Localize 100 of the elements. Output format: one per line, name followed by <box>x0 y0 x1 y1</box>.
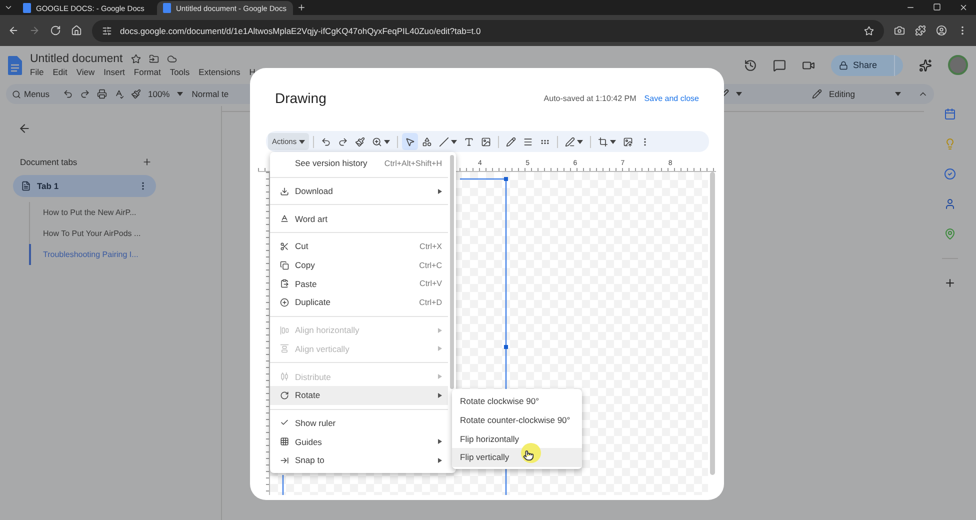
add-tab-icon[interactable] <box>142 157 152 167</box>
cloud-icon[interactable] <box>166 54 177 64</box>
back-icon[interactable] <box>8 25 19 36</box>
shape-icon <box>422 136 432 146</box>
menu-item[interactable]: See version history Ctrl+Alt+Shift+H <box>270 154 448 173</box>
site-info-icon[interactable] <box>102 26 112 36</box>
lock-icon <box>839 60 848 70</box>
forward-icon[interactable] <box>29 25 40 36</box>
letter-icon <box>280 214 288 224</box>
menu-item[interactable]: Download <box>270 182 448 200</box>
profile-icon[interactable] <box>936 25 947 36</box>
video-icon[interactable] <box>802 58 815 72</box>
scrollbar[interactable] <box>450 155 454 389</box>
menu-item[interactable]: Insert <box>104 67 125 77</box>
hand-cursor-icon <box>523 450 534 461</box>
copy-icon <box>280 260 288 270</box>
guide-line <box>282 475 284 495</box>
submenu-arrow-icon <box>438 374 442 380</box>
star-icon[interactable] <box>130 54 141 64</box>
add-icon[interactable] <box>944 277 956 289</box>
text-box-icon <box>464 136 474 146</box>
address-bar[interactable]: docs.google.com/document/d/1e1AltwosMplaE2Vqjy-ifCgKQ47ohQyxFeqPIL40Zuo/edit?tab=t.0 <box>92 20 884 42</box>
align-top-icon <box>280 344 288 354</box>
arrow-to-line-icon <box>280 456 288 465</box>
reload-icon[interactable] <box>50 25 61 36</box>
grid-icon <box>280 437 288 446</box>
spellcheck-icon[interactable] <box>114 89 124 99</box>
tasks-icon[interactable] <box>944 168 956 180</box>
undo-icon <box>320 136 331 146</box>
menu-item[interactable]: Cut Ctrl+X <box>270 237 448 256</box>
redo-icon[interactable] <box>80 89 90 99</box>
submenu-arrow-icon <box>438 439 442 444</box>
paint-format-icon[interactable] <box>131 89 141 99</box>
new-tab-icon[interactable] <box>297 3 306 12</box>
menu-item[interactable]: Rotate <box>270 386 448 405</box>
autosave-status: Auto-saved at 1:10:42 PM <box>544 94 636 102</box>
line-weight-icon <box>522 136 533 146</box>
outline-item[interactable]: How To Put Your AirPods ... <box>29 223 221 244</box>
menu-item[interactable]: Flip horizontally <box>452 429 582 448</box>
calendar-icon[interactable] <box>944 108 956 120</box>
comment-icon[interactable] <box>773 58 786 72</box>
menu-item[interactable]: Rotate counter-clockwise 90° <box>452 410 582 430</box>
menu-item[interactable]: File <box>30 67 44 77</box>
menu-item[interactable]: Rotate clockwise 90° <box>452 392 582 411</box>
close-icon[interactable] <box>959 3 968 12</box>
menu-item[interactable]: Snap to <box>270 450 448 470</box>
save-and-close-link[interactable]: Save and close <box>644 94 699 102</box>
menu-item[interactable]: Format <box>134 67 161 77</box>
menu-item[interactable]: Edit <box>52 67 68 77</box>
document-tab[interactable]: Tab 1 <box>13 175 156 197</box>
mode-select[interactable]: Editing <box>829 89 855 99</box>
select-button[interactable] <box>402 133 418 150</box>
scrollbar[interactable] <box>710 172 715 475</box>
caret-icon <box>298 140 305 144</box>
menus-search[interactable]: Menus <box>12 89 56 99</box>
extensions-icon[interactable] <box>915 25 926 36</box>
menu-item[interactable]: Duplicate Ctrl+D <box>270 293 448 312</box>
caret-icon <box>895 92 901 96</box>
menu-item[interactable]: Extensions <box>198 67 240 77</box>
tab-list-icon[interactable] <box>4 3 13 12</box>
align-left-icon <box>280 326 288 335</box>
caret-icon <box>610 140 616 144</box>
bookmark-star-icon[interactable] <box>864 26 874 36</box>
caret-icon <box>450 140 457 144</box>
outline-item[interactable]: How to Put the New AirP... <box>29 202 221 223</box>
home-icon[interactable] <box>71 25 82 36</box>
sparkle-icon[interactable] <box>919 58 932 72</box>
pen-icon <box>564 136 575 146</box>
history-icon[interactable] <box>744 58 757 72</box>
rotate-icon <box>280 390 288 400</box>
folder-icon[interactable] <box>148 54 159 64</box>
document-title[interactable]: Untitled document <box>30 53 123 65</box>
caret-icon <box>176 92 183 96</box>
print-icon[interactable] <box>97 89 107 99</box>
menu-item[interactable]: Paste Ctrl+V <box>270 274 448 294</box>
menu-item[interactable]: Word art <box>270 209 448 228</box>
menu-item[interactable]: Guides <box>270 432 448 451</box>
plus-circle-icon <box>280 298 288 307</box>
menu-item[interactable]: Copy Ctrl+C <box>270 256 448 274</box>
style-select[interactable]: Normal te <box>192 89 229 99</box>
select-icon <box>404 136 415 146</box>
menu-item[interactable]: Show ruler <box>270 414 448 432</box>
menu-item[interactable]: Flip vertically <box>452 448 582 467</box>
image-icon <box>480 136 491 146</box>
submenu-arrow-icon <box>438 392 442 398</box>
sidebar-heading: Document tabs <box>20 157 78 167</box>
contacts-icon[interactable] <box>944 198 956 210</box>
caret-icon <box>384 140 390 144</box>
paint-format-icon <box>354 136 365 146</box>
clipboard-icon <box>280 279 288 288</box>
scissors-icon <box>280 242 288 251</box>
back-arrow-icon[interactable] <box>18 122 31 135</box>
zoom-select[interactable]: 100% <box>148 89 170 99</box>
restore-icon[interactable] <box>933 3 941 11</box>
undo-icon[interactable] <box>63 89 73 99</box>
menu-item[interactable]: View <box>76 67 95 77</box>
share-button[interactable]: Share <box>831 54 903 76</box>
camera-icon[interactable] <box>894 25 905 36</box>
crop-icon <box>598 136 608 146</box>
menu-item[interactable]: Tools <box>170 67 190 77</box>
